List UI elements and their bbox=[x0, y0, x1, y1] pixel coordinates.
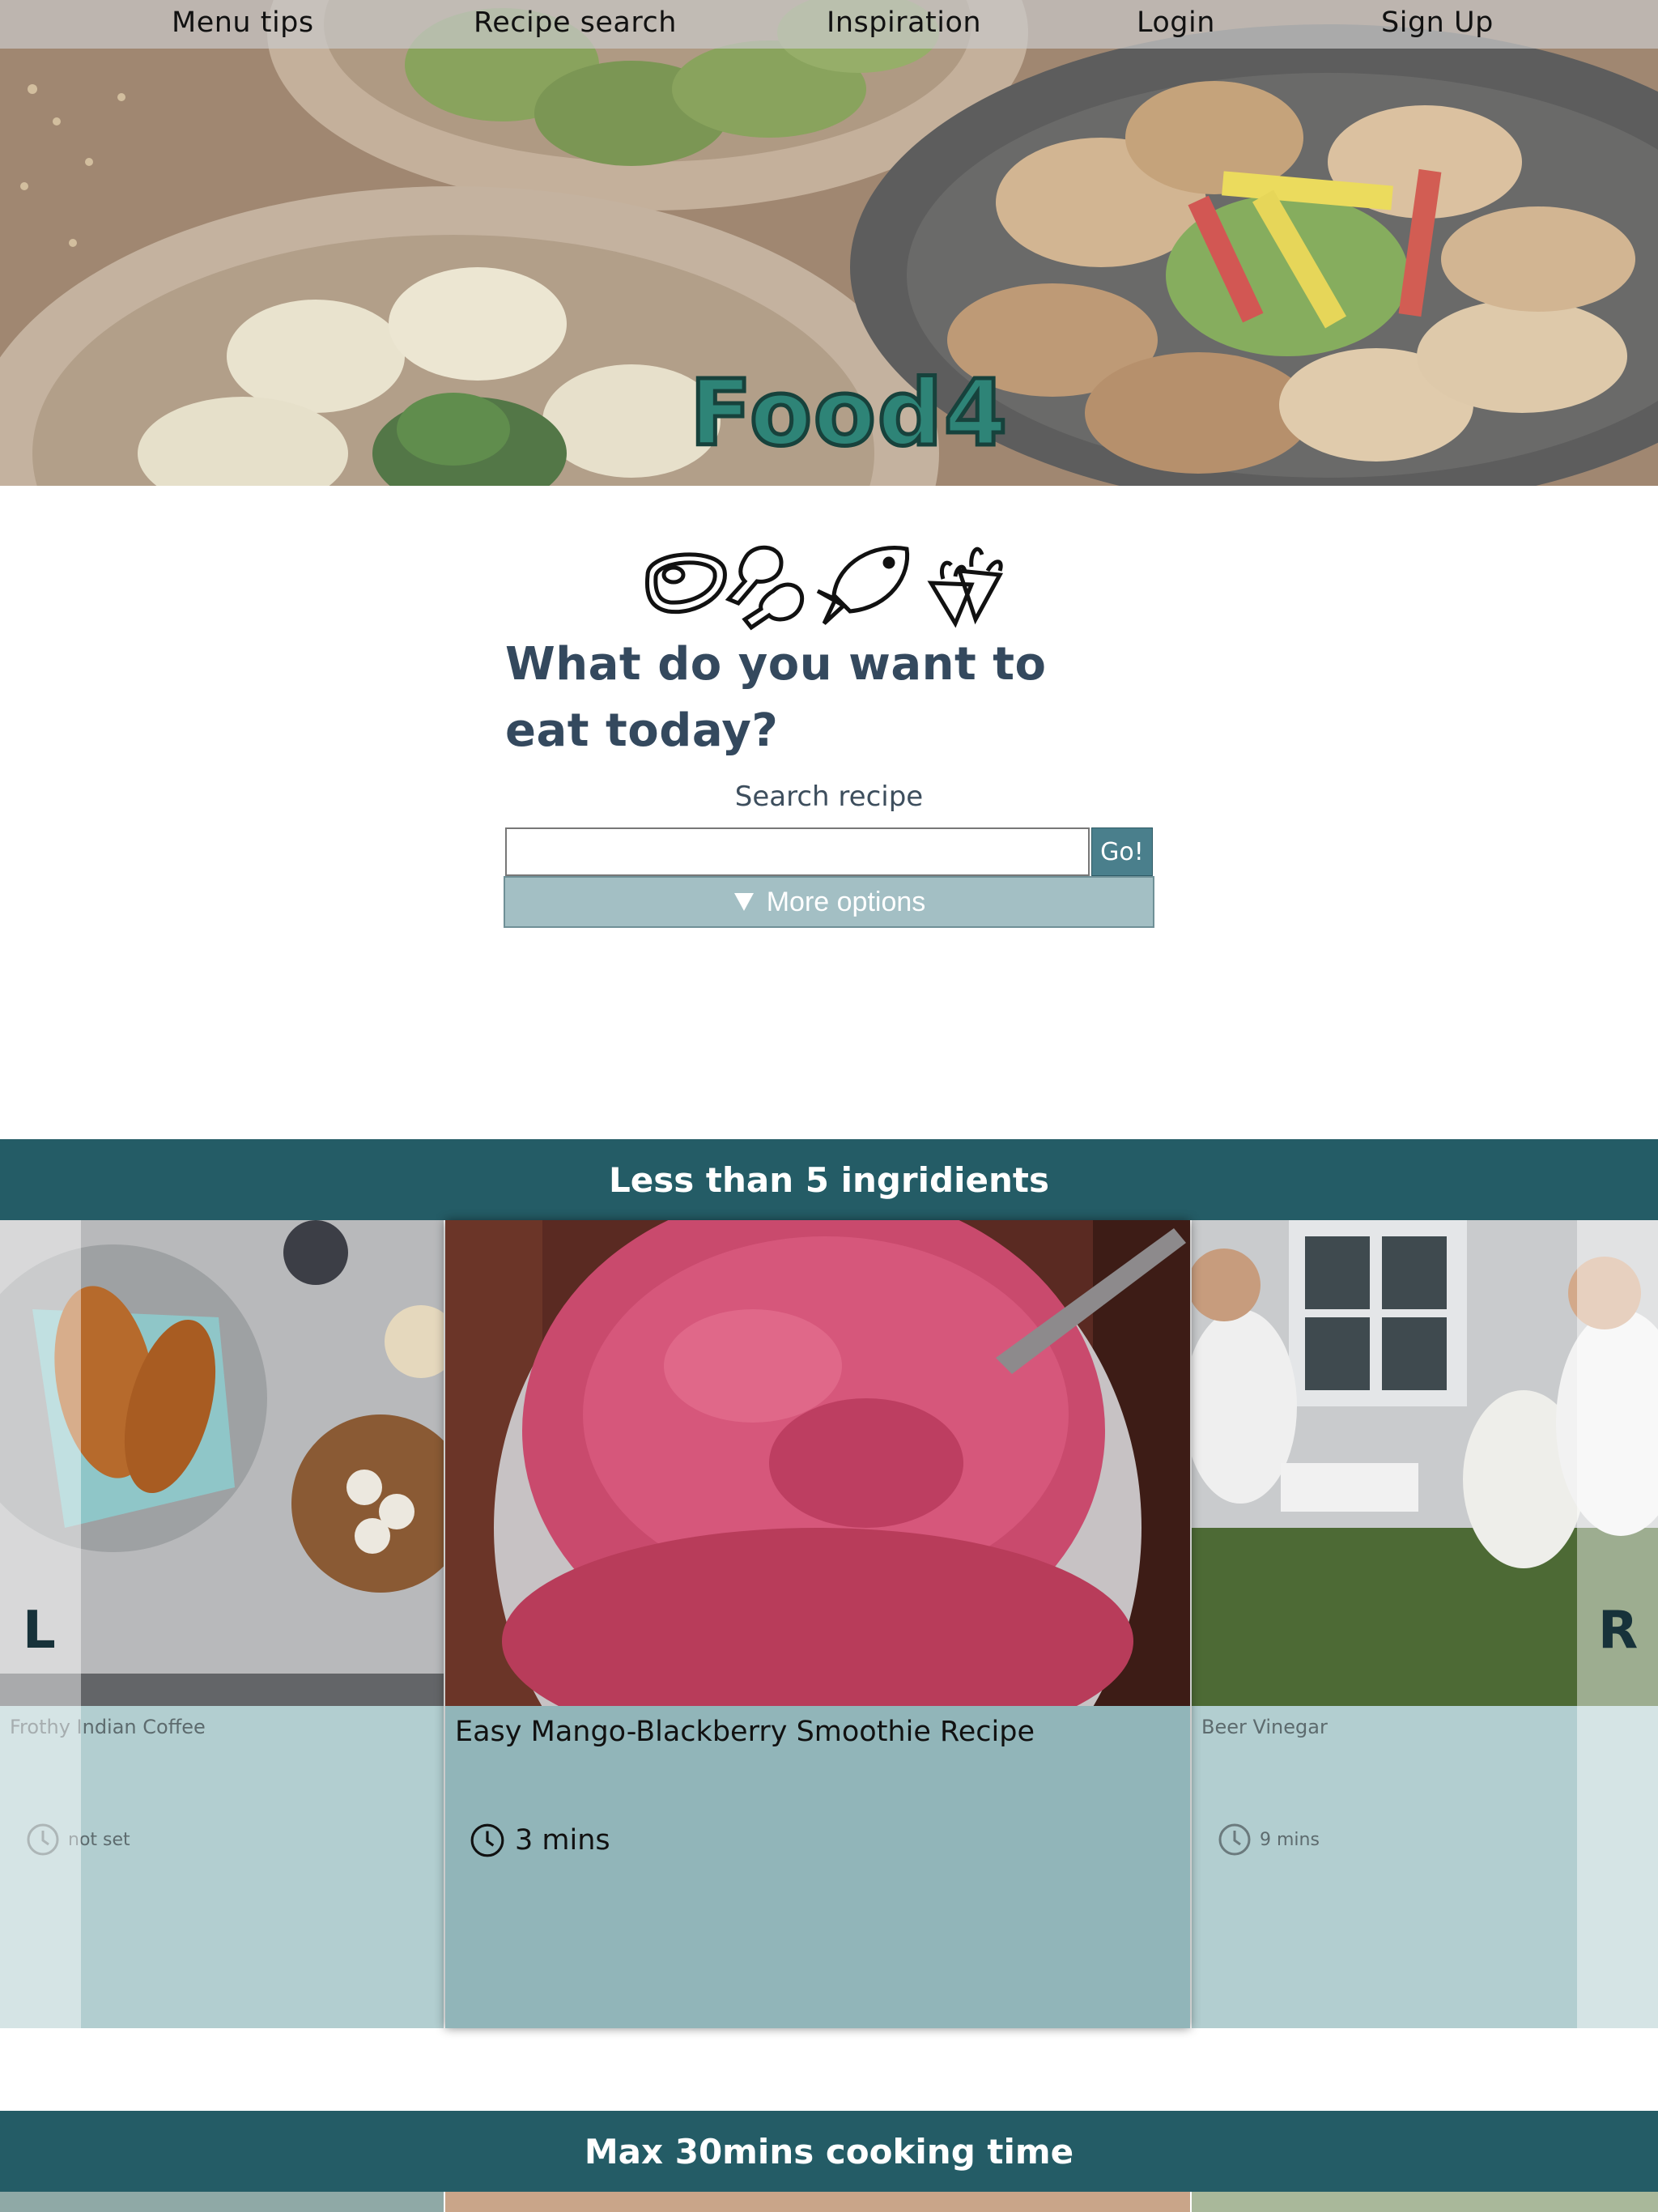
site-logo[interactable]: Food4 bbox=[688, 367, 1010, 462]
carrot-icon bbox=[927, 547, 1003, 628]
search-headline: What do you want to eat today? bbox=[505, 638, 1047, 757]
search-label: Search recipe bbox=[734, 781, 924, 813]
food-category-icons bbox=[644, 545, 1003, 631]
nav-inspiration[interactable]: Inspiration bbox=[827, 6, 981, 39]
recipe-title: Easy Mango-Blackberry Smoothie Recipe bbox=[455, 1716, 1035, 1748]
triangle-down-icon bbox=[733, 893, 754, 911]
cooking-time-value: 3 mins bbox=[515, 1824, 610, 1857]
nav-login[interactable]: Login bbox=[1137, 6, 1215, 39]
carousel-next-button[interactable]: R bbox=[1598, 1601, 1638, 1661]
recipe-photo-strip bbox=[0, 2192, 1658, 2212]
cooking-time: 9 mins bbox=[1218, 1823, 1320, 1857]
recipe-carousel: Frothy Indian Coffee not set Easy Mango-… bbox=[0, 1220, 1658, 2028]
top-navigation: Menu tips Recipe search Inspiration Logi… bbox=[0, 0, 1658, 49]
cooking-time-value: 9 mins bbox=[1260, 1829, 1320, 1850]
section-title-max-30-mins: Max 30mins cooking time bbox=[0, 2111, 1658, 2192]
recipe-card-active[interactable]: Easy Mango-Blackberry Smoothie Recipe 3 … bbox=[445, 1220, 1190, 2028]
clock-icon bbox=[470, 1823, 504, 1857]
recipe-photo bbox=[445, 1220, 1190, 1706]
drumstick-icon bbox=[725, 545, 805, 631]
nav-sign-up[interactable]: Sign Up bbox=[1381, 6, 1494, 39]
more-options-button[interactable]: More options bbox=[504, 876, 1154, 928]
more-options-label: More options bbox=[766, 886, 926, 917]
cooking-time: 3 mins bbox=[470, 1823, 610, 1858]
clock-icon bbox=[1218, 1823, 1251, 1856]
fish-icon bbox=[816, 546, 910, 625]
nav-recipe-search[interactable]: Recipe search bbox=[474, 6, 677, 39]
carousel-prev-button[interactable]: L bbox=[23, 1601, 56, 1661]
steak-icon bbox=[644, 552, 727, 615]
hero-banner: Menu tips Recipe search Inspiration Logi… bbox=[0, 0, 1658, 486]
recipe-title: Beer Vinegar bbox=[1201, 1716, 1328, 1738]
recipe-carousel-next-row bbox=[0, 2192, 1658, 2212]
go-button[interactable]: Go! bbox=[1091, 827, 1153, 876]
search-input[interactable] bbox=[505, 827, 1090, 876]
nav-menu-tips[interactable]: Menu tips bbox=[172, 6, 314, 39]
section-title-few-ingredients: Less than 5 ingridients bbox=[0, 1139, 1658, 1220]
